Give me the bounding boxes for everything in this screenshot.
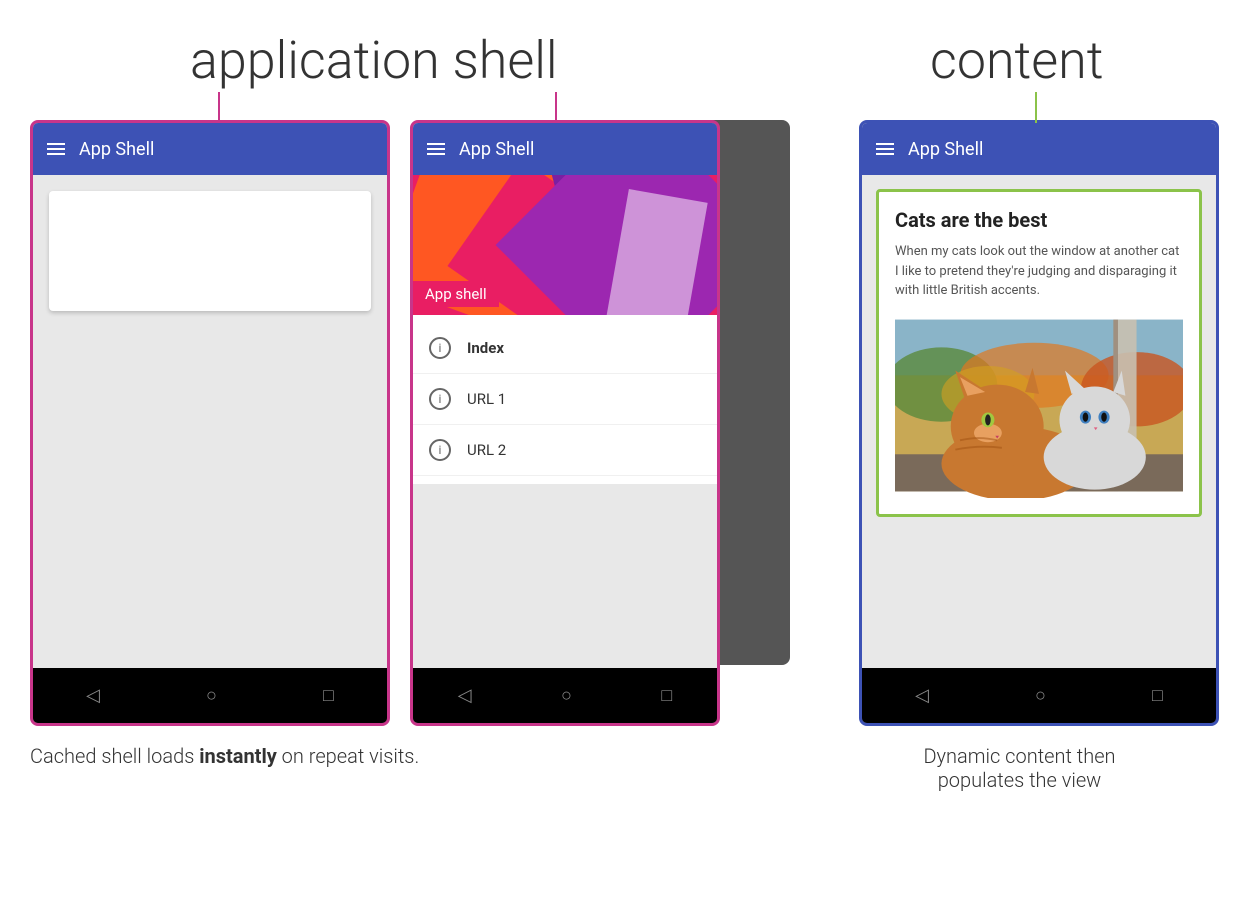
phone1-content-area bbox=[33, 175, 387, 327]
phone2-menu-list: i Index i URL 1 i URL 2 bbox=[413, 315, 717, 484]
content-body: When my cats look out the window at anot… bbox=[895, 242, 1183, 301]
url2-info-icon: i bbox=[429, 439, 451, 461]
page-container: application shell content App Shell bbox=[0, 0, 1249, 923]
content-title: Cats are the best bbox=[895, 208, 1183, 232]
caption-left-bold: instantly bbox=[199, 744, 277, 768]
menu-item-url1-label: URL 1 bbox=[467, 390, 506, 408]
app-shell-overlay-label: App shell bbox=[413, 281, 499, 307]
home-icon: ○ bbox=[206, 685, 217, 706]
menu-item-url2: i URL 2 bbox=[413, 425, 717, 476]
menu-item-index: i Index bbox=[413, 323, 717, 374]
index-info-icon: i bbox=[429, 337, 451, 359]
caption-right-line1: Dynamic content then bbox=[923, 744, 1115, 768]
phone3-back-icon: ◁ bbox=[915, 685, 929, 706]
phone2: App Shell App shell bbox=[410, 120, 720, 726]
menu-item-url1: i URL 1 bbox=[413, 374, 717, 425]
menu-item-index-label: Index bbox=[467, 339, 504, 357]
phone3-screen: App Shell Cats are the best When my cats… bbox=[862, 123, 1216, 668]
phone3-hamburger-icon bbox=[876, 143, 894, 155]
phone2-hamburger-icon bbox=[427, 143, 445, 155]
phone2-home-icon: ○ bbox=[561, 685, 572, 706]
caption-left-prefix: Cached shell loads bbox=[30, 744, 199, 768]
phone1: App Shell ◁ ○ □ bbox=[30, 120, 390, 726]
phone2-header-image: App shell bbox=[413, 175, 717, 315]
caption-right: Dynamic content then populates the view bbox=[790, 744, 1219, 792]
phone1-title: App Shell bbox=[79, 139, 154, 160]
phone1-screen: App Shell bbox=[33, 123, 387, 668]
phone2-wrapper: App Shell App shell bbox=[410, 120, 790, 726]
phone3-navbar: ◁ ○ □ bbox=[862, 668, 1216, 723]
captions-row: Cached shell loads instantly on repeat v… bbox=[30, 744, 1219, 792]
phone2-navbar: ◁ ○ □ bbox=[413, 668, 717, 723]
cat-image bbox=[895, 313, 1183, 498]
caption-left: Cached shell loads instantly on repeat v… bbox=[30, 744, 770, 792]
back-icon: ◁ bbox=[86, 685, 100, 706]
phone1-navbar: ◁ ○ □ bbox=[33, 668, 387, 723]
content-heading: content bbox=[930, 30, 1104, 91]
phone3: App Shell Cats are the best When my cats… bbox=[859, 120, 1219, 726]
phone2-title: App Shell bbox=[459, 139, 534, 160]
phone3-toolbar: App Shell bbox=[862, 123, 1216, 175]
url1-info-icon: i bbox=[429, 388, 451, 410]
app-shell-heading: application shell bbox=[190, 30, 558, 91]
phone3-home-icon: ○ bbox=[1035, 685, 1046, 706]
labels-row: application shell content bbox=[30, 20, 1219, 120]
caption-right-line2: populates the view bbox=[938, 768, 1102, 792]
hamburger-icon bbox=[47, 143, 65, 155]
phone3-recent-icon: □ bbox=[1152, 685, 1163, 706]
phone3-title: App Shell bbox=[908, 139, 983, 160]
phone2-recent-icon: □ bbox=[661, 685, 672, 706]
phone2-toolbar: App Shell bbox=[413, 123, 717, 175]
recent-icon: □ bbox=[323, 685, 334, 706]
phones-row: App Shell ◁ ○ □ bbox=[30, 120, 1219, 726]
phone1-toolbar: App Shell bbox=[33, 123, 387, 175]
phone1-card bbox=[49, 191, 371, 311]
phone2-screen: App Shell App shell bbox=[413, 123, 717, 668]
caption-left-suffix: on repeat visits. bbox=[277, 744, 419, 768]
phone2-back-icon: ◁ bbox=[458, 685, 472, 706]
content-card: Cats are the best When my cats look out … bbox=[876, 189, 1202, 517]
menu-item-url2-label: URL 2 bbox=[467, 441, 506, 459]
